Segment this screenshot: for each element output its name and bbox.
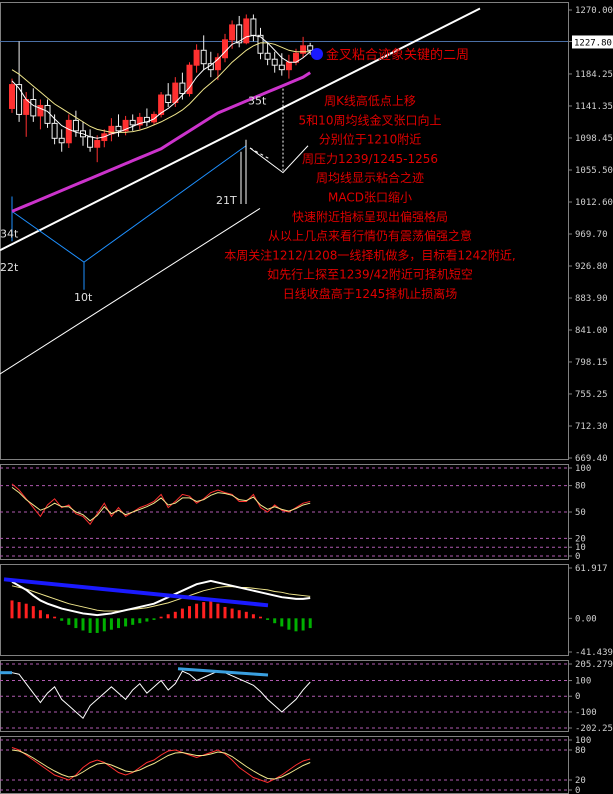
analysis-note: 分别位于1210附近 [319, 132, 422, 147]
axis-tick-label: 0 [575, 692, 580, 702]
analysis-note: 如先行上探至1239/42附近可择机短空 [267, 267, 473, 282]
wave-label: 10t [74, 291, 93, 304]
candle [158, 92, 165, 118]
axis-tick-label: -100 [575, 708, 597, 718]
candle-body [30, 99, 37, 117]
axis-tick-label: 50 [575, 508, 586, 518]
price-tick-label: 841.00 [575, 326, 608, 336]
candle-body [58, 137, 65, 144]
candle-body [165, 94, 172, 103]
price-tick-label: 926.80 [575, 262, 608, 272]
price-tick-label: 1098.45 [575, 134, 613, 144]
axis-tick-label: 61.917 [575, 564, 608, 574]
axis-tick-label: 205.2792 [575, 660, 613, 670]
candle-body [151, 113, 157, 123]
analysis-note: 周K线高低点上移 [324, 93, 416, 108]
axis-tick-label: 20 [575, 776, 586, 786]
candle-body [193, 49, 200, 66]
price-tick-label: 712.30 [575, 422, 608, 432]
candle-body [65, 119, 72, 144]
axis-tick-label: 100 [575, 736, 591, 746]
candle-body [229, 24, 236, 41]
candle-body [243, 18, 250, 44]
axis-tick-label: 0 [575, 552, 580, 562]
candle-body [94, 140, 101, 148]
price-tick-label: 1141.35 [575, 102, 613, 112]
candle-body [222, 39, 228, 59]
candle [186, 62, 193, 97]
candle-body [285, 61, 292, 71]
candle [243, 14, 250, 45]
axis-tick-label: 0 [575, 786, 580, 794]
candle-body [172, 82, 179, 103]
analysis-note: MACD张口缩小 [328, 190, 412, 205]
candle-body [44, 104, 51, 124]
candle-body [129, 119, 136, 126]
candle-body [9, 84, 15, 109]
chart-canvas: 1270.00 1227.80 1184.25 1141.35 1098.45 1055.… [0, 0, 613, 794]
analysis-note: 从以上几点来看行情仍有震荡偏强之意 [268, 228, 472, 243]
candle-body [250, 18, 257, 36]
wave-label: 22t [0, 261, 19, 274]
price-tick-label: 669.40 [575, 454, 608, 464]
price-tick-label: 798.15 [575, 358, 608, 368]
analysis-note: 周压力1239/1245-1256 [302, 152, 438, 166]
analysis-note: 本周关注1212/1208一线择机做多，目标看1242附近, [224, 247, 515, 262]
candle-body [271, 58, 278, 66]
price-tick-label: 1270.00 [575, 6, 613, 16]
candle-body [23, 99, 30, 115]
candle-body [179, 82, 186, 95]
candle-body [264, 52, 271, 60]
price-tick-label: 755.25 [575, 390, 608, 400]
candle-body [51, 122, 58, 139]
current-price-tag: 1227.80 [572, 35, 613, 49]
axis-tick-label: 100 [575, 464, 591, 474]
current-price-label: 1227.80 [574, 38, 612, 48]
price-tick-label: 969.70 [575, 230, 608, 240]
analysis-note: 快速附近指标呈现出偏强格局 [292, 209, 448, 224]
candle-body [87, 136, 94, 148]
callout: 金叉粘合迹象关键的二周 [311, 47, 469, 63]
axis-tick-label: 100 [575, 677, 591, 687]
wave-label: 21T [216, 194, 237, 207]
candle-body [307, 45, 314, 51]
analysis-note: 5和10周均线金叉张口向上 [299, 112, 442, 127]
axis-tick-label: -202.254 [575, 724, 613, 734]
price-tick-label: 1184.25 [575, 70, 613, 80]
candle-body [115, 125, 122, 132]
wave-label: 34t [0, 228, 19, 241]
axis-tick-label: 80 [575, 746, 586, 756]
candle-body [72, 119, 79, 132]
axis-tick-label: 0.00 [575, 614, 597, 624]
candle-body [200, 49, 207, 65]
axis-tick-label: 80 [575, 482, 586, 492]
candle-body [278, 64, 285, 71]
price-tick-label: 1012.60 [575, 198, 613, 208]
wave-label: 35t [248, 95, 267, 108]
analysis-note: 日线收盘高于1245择机止损离场 [283, 286, 458, 301]
candle-body [37, 104, 44, 117]
price-tick-label: 1055.50 [575, 166, 613, 176]
price-tick-label: 883.90 [575, 294, 608, 304]
callout-marker [311, 48, 323, 60]
axis-tick-label: -41.439 [575, 648, 613, 658]
analysis-note: 周均线显示粘合之迹 [316, 170, 424, 185]
callout-text: 金叉粘合迹象关键的二周 [326, 47, 469, 63]
